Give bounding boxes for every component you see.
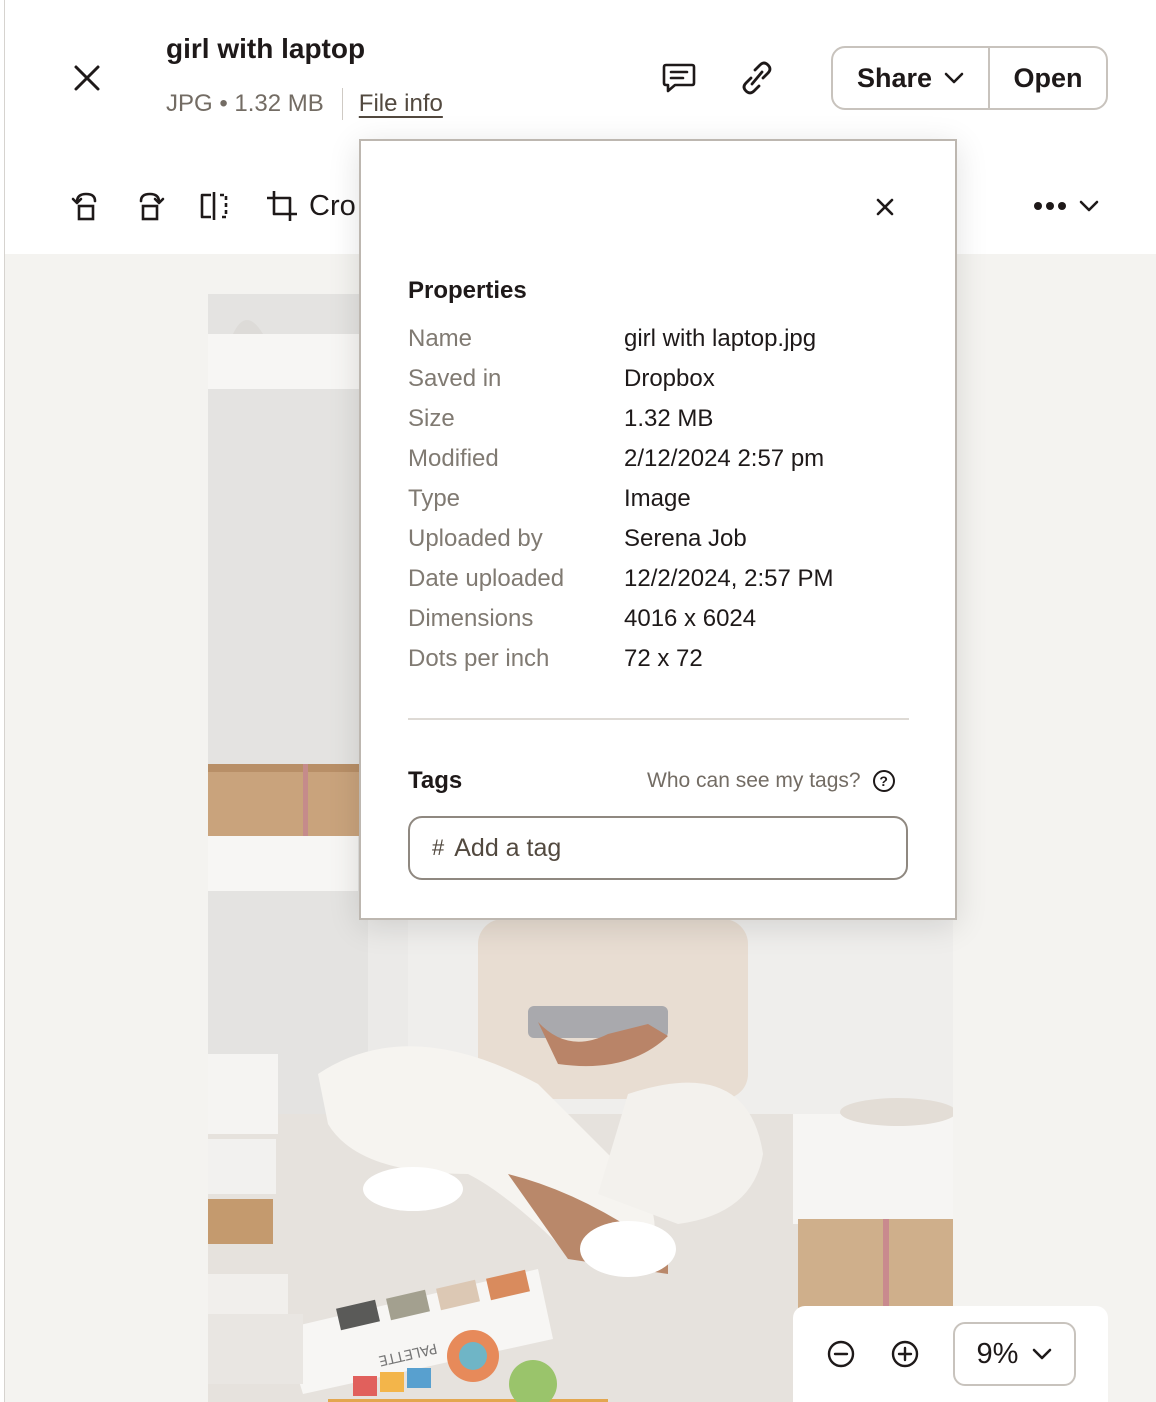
more-dots-icon (1034, 202, 1066, 210)
property-value: Serena Job (624, 525, 747, 552)
add-tag-input[interactable] (454, 833, 875, 863)
copy-link-button[interactable] (735, 56, 779, 100)
properties-table: Name girl with laptop.jpg Saved in Dropb… (408, 319, 928, 679)
properties-heading: Properties (408, 277, 527, 304)
tags-help-label: Who can see my tags? (647, 769, 861, 792)
hash-icon: # (432, 835, 445, 860)
chevron-down-icon (1079, 200, 1099, 212)
open-button[interactable]: Open (990, 48, 1106, 108)
property-value: Dropbox (624, 365, 715, 392)
meta-separator (341, 88, 343, 120)
share-button[interactable]: Share (833, 48, 990, 108)
property-label: Name (408, 325, 473, 352)
chevron-down-icon (944, 72, 964, 84)
crop-icon (267, 191, 297, 221)
tags-help-link[interactable]: Who can see my tags? ? (647, 769, 895, 793)
comment-icon (662, 63, 696, 93)
rotate-right-button[interactable] (130, 184, 170, 228)
property-value: girl with laptop.jpg (624, 325, 817, 352)
file-type-size: JPG • 1.32 MB (166, 90, 324, 117)
zoom-level-select[interactable]: 9% (953, 1322, 1076, 1386)
property-row-saved-in: Saved in Dropbox (408, 359, 928, 399)
zoom-controls: 9% (793, 1306, 1108, 1402)
help-icon: ? (872, 770, 895, 792)
tags-heading: Tags (408, 767, 463, 794)
property-label: Dots per inch (408, 645, 550, 672)
zoom-out-button[interactable] (819, 1332, 863, 1376)
property-value: Image (624, 485, 691, 512)
flip-icon (200, 192, 228, 220)
property-label: Modified (408, 445, 499, 472)
file-meta: JPG • 1.32 MB File info (166, 88, 443, 120)
property-value: 2/12/2024 2:57 pm (624, 445, 825, 472)
rotate-left-button[interactable] (66, 184, 106, 228)
zoom-in-button[interactable] (883, 1332, 927, 1376)
property-label: Size (408, 405, 455, 432)
crop-button[interactable]: Cro (265, 184, 356, 228)
property-row-date-uploaded: Date uploaded 12/2/2024, 2:57 PM (408, 559, 928, 599)
file-info-popover: Properties Name girl with laptop.jpg Sav… (359, 139, 957, 920)
crop-label: Cro (309, 189, 356, 222)
property-value: 1.32 MB (624, 405, 714, 432)
property-value: 72 x 72 (624, 645, 703, 672)
zoom-in-icon (891, 1340, 919, 1368)
property-label: Date uploaded (408, 565, 565, 592)
property-label: Dimensions (408, 605, 534, 632)
flip-button[interactable] (194, 184, 234, 228)
comment-button[interactable] (657, 56, 701, 100)
file-info-link[interactable]: File info (359, 90, 443, 118)
tag-input-field[interactable]: # (408, 816, 908, 880)
property-label: Uploaded by (408, 525, 543, 552)
property-row-uploaded-by: Uploaded by Serena Job (408, 519, 928, 559)
close-icon (74, 65, 100, 91)
share-label: Share (856, 62, 933, 93)
file-title: girl with laptop (166, 33, 366, 64)
close-popover-button[interactable] (863, 185, 907, 229)
link-icon (742, 61, 772, 95)
property-value: 4016 x 6024 (624, 605, 757, 632)
rotate-right-icon (139, 192, 165, 221)
property-row-modified: Modified 2/12/2024 2:57 pm (408, 439, 928, 479)
zoom-level-value: 9% (976, 1337, 1019, 1370)
more-options-button[interactable] (1023, 184, 1109, 228)
property-row-name: Name girl with laptop.jpg (408, 319, 928, 359)
property-row-type: Type Image (408, 479, 928, 519)
property-label: Saved in (408, 365, 502, 392)
property-row-dpi: Dots per inch 72 x 72 (408, 639, 928, 679)
property-row-dimensions: Dimensions 4016 x 6024 (408, 599, 928, 639)
share-open-group: Share Open (831, 46, 1108, 110)
chevron-down-icon (1033, 1348, 1052, 1360)
popover-divider (408, 718, 909, 720)
property-label: Type (408, 485, 461, 512)
close-icon (876, 198, 894, 216)
close-preview-button[interactable] (65, 56, 109, 100)
property-row-size: Size 1.32 MB (408, 399, 928, 439)
zoom-out-icon (827, 1340, 855, 1368)
rotate-left-icon (71, 192, 97, 221)
property-value: 12/2/2024, 2:57 PM (624, 565, 834, 592)
